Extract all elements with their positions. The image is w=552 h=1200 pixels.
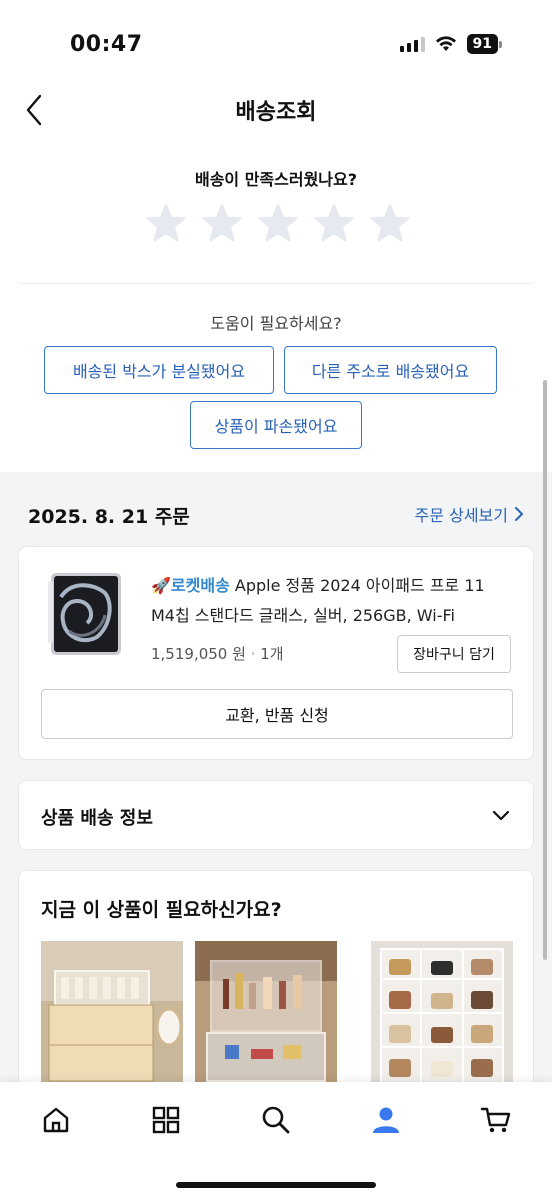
price-row: 1,519,050 원 · 1개 xyxy=(151,645,284,663)
product-title[interactable]: 🚀로켓배송 Apple 정품 2024 아이패드 프로 11 M4칩 스탠다드 … xyxy=(151,571,511,631)
status-time: 00:47 xyxy=(70,32,143,57)
tab-category[interactable] xyxy=(144,1098,188,1142)
my-account-icon xyxy=(373,1107,399,1133)
shipping-info-title: 상품 배송 정보 xyxy=(41,808,153,829)
chevron-down-icon xyxy=(492,810,510,821)
wifi-icon xyxy=(435,36,456,51)
home-icon xyxy=(43,1107,69,1133)
page-title: 배송조회 xyxy=(235,100,317,125)
recommended-product-image[interactable] xyxy=(195,941,337,1091)
order-detail-label: 주문 상세보기 xyxy=(414,506,508,525)
wrong-address-button[interactable]: 다른 주소로 배송됐어요 xyxy=(284,346,497,394)
cart-icon xyxy=(480,1107,511,1133)
star-rating[interactable] xyxy=(146,203,410,243)
exchange-return-button[interactable]: 교환, 반품 신청 xyxy=(41,689,513,739)
rocket-icon: 🚀 xyxy=(151,576,171,595)
rating-question: 배송이 만족스러웠나요? xyxy=(194,170,358,189)
recommendation-title: 지금 이 상품이 필요하신가요? xyxy=(41,899,282,921)
recommended-product-image[interactable] xyxy=(371,941,513,1091)
bottom-tab-bar xyxy=(0,1082,552,1200)
scrollbar[interactable] xyxy=(543,380,547,960)
home-indicator xyxy=(176,1182,376,1188)
star-icon[interactable] xyxy=(370,203,410,243)
divider xyxy=(20,283,532,284)
star-icon[interactable] xyxy=(146,203,186,243)
tab-search[interactable] xyxy=(254,1098,298,1142)
nav-bar: 배송조회 xyxy=(0,80,552,140)
order-detail-link[interactable]: 주문 상세보기 xyxy=(415,502,524,526)
help-question: 도움이 필요하세요? xyxy=(210,314,342,333)
damaged-product-button[interactable]: 상품이 파손됐어요 xyxy=(190,401,362,449)
category-grid-icon xyxy=(152,1106,180,1134)
lost-box-button[interactable]: 배송된 박스가 분실됐어요 xyxy=(44,346,274,394)
battery-icon: 91 xyxy=(466,34,502,54)
status-indicators: 91 xyxy=(399,34,502,54)
chevron-right-icon xyxy=(515,507,524,521)
add-to-cart-button[interactable]: 장바구니 담기 xyxy=(397,635,511,673)
order-card: 🚀로켓배송 Apple 정품 2024 아이패드 프로 11 M4칩 스탠다드 … xyxy=(18,546,534,760)
cellular-signal-icon xyxy=(399,36,425,52)
battery-level: 91 xyxy=(466,34,498,54)
star-icon[interactable] xyxy=(202,203,242,243)
star-icon[interactable] xyxy=(314,203,354,243)
order-date: 2025. 8. 21 주문 xyxy=(28,506,190,528)
status-bar: 00:47 91 xyxy=(0,0,552,80)
tab-home[interactable] xyxy=(34,1098,78,1142)
tab-cart[interactable] xyxy=(474,1098,518,1142)
product-thumbnail[interactable] xyxy=(47,571,123,657)
product-price: 1,519,050 원 xyxy=(151,645,246,663)
tab-my-account[interactable] xyxy=(364,1098,408,1142)
rocket-delivery-badge: 로켓배송 xyxy=(170,576,230,595)
shipping-info-accordion[interactable]: 상품 배송 정보 xyxy=(18,780,534,850)
product-quantity: 1개 xyxy=(260,645,284,663)
recommended-product-image[interactable] xyxy=(41,941,183,1091)
search-icon xyxy=(262,1106,290,1134)
star-icon[interactable] xyxy=(258,203,298,243)
